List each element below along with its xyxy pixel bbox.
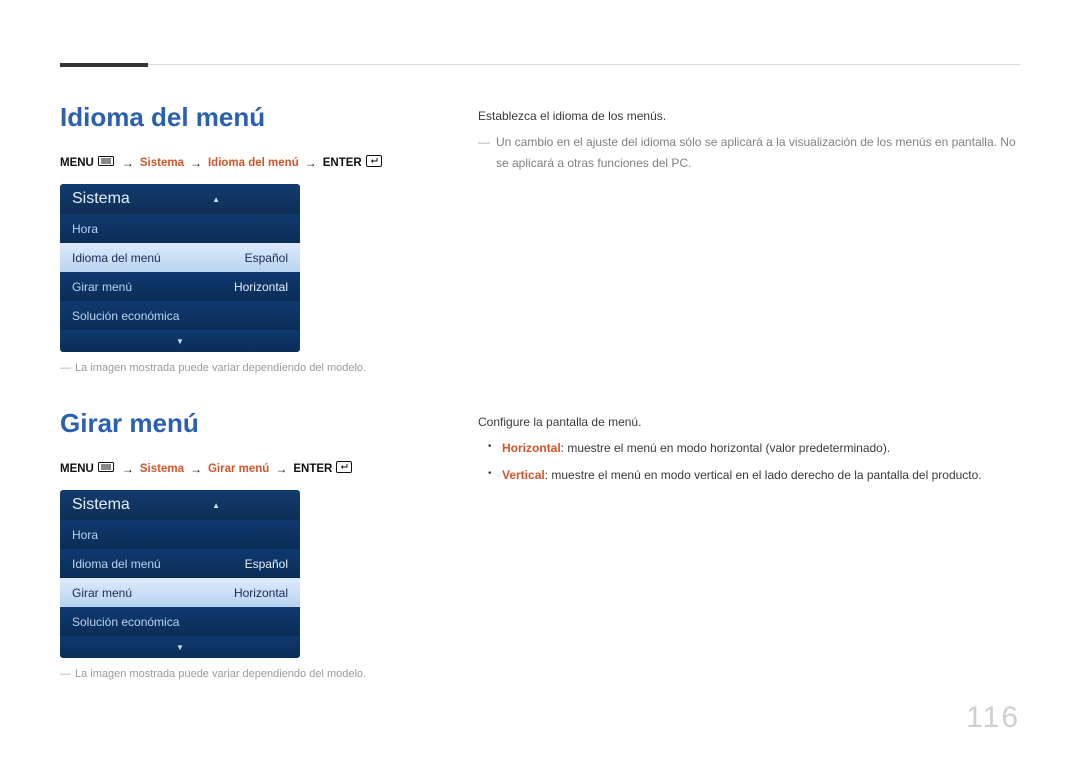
enter-icon bbox=[366, 155, 382, 170]
note-image-disclaimer-2: La imagen mostrada puede variar dependie… bbox=[60, 668, 430, 680]
osd-menu-1: Sistema ▲ Hora Idioma del menú Español G… bbox=[60, 184, 300, 352]
osd-title: Sistema ▲ bbox=[60, 490, 300, 520]
desc-girar: Configure la pantalla de menú. Horizonta… bbox=[478, 408, 1020, 491]
menu-icon bbox=[98, 156, 114, 169]
page-number: 116 bbox=[966, 701, 1020, 735]
osd-label: Solución económica bbox=[72, 615, 179, 629]
menu-icon bbox=[98, 462, 114, 475]
breadcrumb-menu-label: MENU bbox=[60, 157, 94, 169]
heading-idioma-del-menu: Idioma del menú bbox=[60, 102, 430, 133]
osd-value: Español bbox=[245, 251, 288, 265]
osd-value: Español bbox=[245, 557, 288, 571]
section-girar-menu: Girar menú MENU → Sistema → Girar menú →… bbox=[60, 408, 1020, 680]
desc-line-configure: Configure la pantalla de menú. bbox=[478, 412, 1020, 432]
arrow-icon: → bbox=[118, 462, 138, 476]
osd-row-solucion-economica[interactable]: Solución económica bbox=[60, 301, 300, 330]
osd-row-solucion-economica[interactable]: Solución económica bbox=[60, 607, 300, 636]
osd-footer: ▼ bbox=[60, 330, 300, 352]
osd-row-hora[interactable]: Hora bbox=[60, 520, 300, 549]
arrow-icon: → bbox=[271, 462, 291, 476]
breadcrumb-sistema: Sistema bbox=[140, 463, 184, 475]
breadcrumb-idioma-del-menu: Idioma del menú bbox=[208, 157, 299, 169]
desc-bullet-list: Horizontal: muestre el menú en modo hori… bbox=[488, 438, 1020, 485]
bullet-text: : muestre el menú en modo horizontal (va… bbox=[561, 441, 891, 455]
breadcrumb-idioma: MENU → Sistema → Idioma del menú → ENTER bbox=[60, 155, 430, 170]
note-image-disclaimer-1: La imagen mostrada puede variar dependie… bbox=[60, 362, 430, 374]
osd-title-text: Sistema bbox=[72, 496, 130, 514]
bullet-term: Vertical bbox=[502, 468, 545, 482]
bullet-term: Horizontal bbox=[502, 441, 561, 455]
breadcrumb-girar: MENU → Sistema → Girar menú → ENTER bbox=[60, 461, 430, 476]
triangle-up-icon: ▲ bbox=[212, 195, 290, 204]
osd-label: Hora bbox=[72, 528, 98, 542]
osd-label: Idioma del menú bbox=[72, 251, 161, 265]
note-dash-icon: ― bbox=[478, 132, 490, 173]
triangle-down-icon: ▼ bbox=[176, 337, 184, 346]
triangle-up-icon: ▲ bbox=[212, 501, 290, 510]
breadcrumb-enter-label: ENTER bbox=[293, 463, 332, 475]
osd-row-hora[interactable]: Hora bbox=[60, 214, 300, 243]
osd-value: Horizontal bbox=[234, 280, 288, 294]
desc-note-cambio-idioma: ― Un cambio en el ajuste del idioma sólo… bbox=[478, 132, 1020, 173]
top-divider-accent bbox=[60, 63, 148, 67]
breadcrumb-enter-label: ENTER bbox=[323, 157, 362, 169]
osd-label: Solución económica bbox=[72, 309, 179, 323]
osd-label: Idioma del menú bbox=[72, 557, 161, 571]
breadcrumb-menu-label: MENU bbox=[60, 463, 94, 475]
osd-title-text: Sistema bbox=[72, 190, 130, 208]
triangle-down-icon: ▼ bbox=[176, 643, 184, 652]
breadcrumb-sistema: Sistema bbox=[140, 157, 184, 169]
arrow-icon: → bbox=[301, 156, 321, 170]
section-idioma-del-menu: Idioma del menú MENU → Sistema → Idioma … bbox=[60, 102, 1020, 374]
arrow-icon: → bbox=[118, 156, 138, 170]
osd-value: Horizontal bbox=[234, 586, 288, 600]
desc-note-text: Un cambio en el ajuste del idioma sólo s… bbox=[496, 132, 1020, 173]
desc-line-establezca: Establezca el idioma de los menús. bbox=[478, 106, 1020, 126]
osd-label: Girar menú bbox=[72, 586, 132, 600]
osd-menu-2: Sistema ▲ Hora Idioma del menú Español G… bbox=[60, 490, 300, 658]
osd-row-girar-menu[interactable]: Girar menú Horizontal bbox=[60, 272, 300, 301]
osd-title: Sistema ▲ bbox=[60, 184, 300, 214]
osd-row-girar-menu[interactable]: Girar menú Horizontal bbox=[60, 578, 300, 607]
breadcrumb-girar-menu: Girar menú bbox=[208, 463, 269, 475]
bullet-horizontal: Horizontal: muestre el menú en modo hori… bbox=[488, 438, 1020, 458]
osd-row-idioma-del-menu[interactable]: Idioma del menú Español bbox=[60, 243, 300, 272]
osd-label: Hora bbox=[72, 222, 98, 236]
heading-girar-menu: Girar menú bbox=[60, 408, 430, 439]
osd-row-idioma-del-menu[interactable]: Idioma del menú Español bbox=[60, 549, 300, 578]
arrow-icon: → bbox=[186, 462, 206, 476]
enter-icon bbox=[336, 461, 352, 476]
arrow-icon: → bbox=[186, 156, 206, 170]
bullet-text: : muestre el menú en modo vertical en el… bbox=[545, 468, 982, 482]
osd-label: Girar menú bbox=[72, 280, 132, 294]
osd-footer: ▼ bbox=[60, 636, 300, 658]
bullet-vertical: Vertical: muestre el menú en modo vertic… bbox=[488, 465, 1020, 485]
desc-idioma: Establezca el idioma de los menús. ― Un … bbox=[478, 102, 1020, 173]
top-divider bbox=[60, 64, 1020, 65]
